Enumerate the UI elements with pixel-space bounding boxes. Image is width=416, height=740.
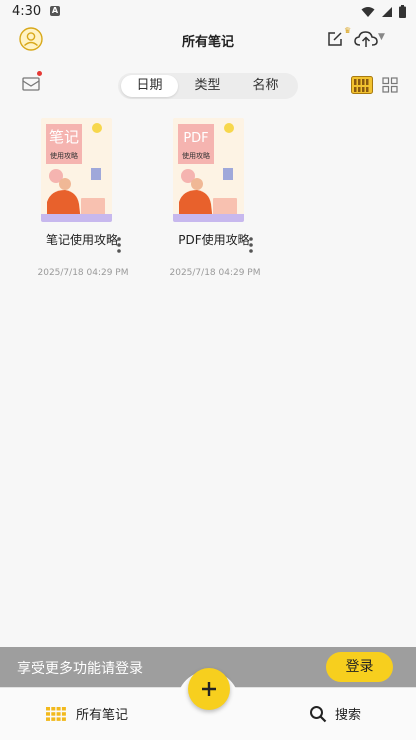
note-cover[interactable]: 笔记 使用攻略	[41, 118, 112, 222]
plus-icon	[202, 682, 216, 696]
chevron-down-icon[interactable]: ▼	[378, 32, 385, 42]
sort-segmented-control: 日期 类型 名称	[118, 73, 298, 99]
login-prompt: 享受更多功能请登录	[17, 661, 143, 677]
sort-tab-date[interactable]: 日期	[121, 75, 178, 97]
login-button[interactable]: 登录	[326, 652, 393, 682]
signal-icon	[382, 6, 392, 17]
more-icon[interactable]	[246, 236, 256, 254]
apps-icon	[46, 706, 66, 721]
note-date: 2025/7/18 04:29 PM	[37, 268, 129, 278]
sort-tab-name[interactable]: 名称	[237, 75, 294, 97]
battery-icon	[399, 5, 406, 18]
notification-icon: A	[50, 6, 60, 16]
add-note-button[interactable]	[188, 668, 230, 710]
unread-dot	[37, 71, 42, 76]
note-date: 2025/7/18 04:29 PM	[169, 268, 261, 278]
sort-tab-type[interactable]: 类型	[179, 75, 236, 97]
status-time: 4:30	[12, 4, 42, 19]
cloud-upload-icon[interactable]	[354, 30, 378, 48]
nav-all-notes[interactable]: 所有笔记	[46, 704, 128, 723]
cover-heading: PDF	[183, 131, 208, 146]
status-icons	[361, 5, 406, 18]
nav-all-notes-label: 所有笔记	[76, 708, 129, 723]
app-header: 所有笔记 ♛ ▼	[0, 24, 416, 54]
mail-icon[interactable]	[22, 76, 40, 92]
edit-icon[interactable]	[326, 30, 344, 48]
bookshelf-icon[interactable]	[351, 76, 373, 94]
cover-subtitle: 使用攻略	[50, 151, 78, 160]
nav-search[interactable]: 搜索	[309, 704, 361, 723]
wifi-icon	[361, 6, 375, 17]
more-icon[interactable]	[114, 236, 124, 254]
search-icon	[310, 705, 327, 722]
status-bar: 4:30 A	[0, 0, 416, 24]
cover-heading: 笔记	[49, 128, 79, 146]
grid-icon[interactable]	[382, 77, 398, 93]
note-cover[interactable]: PDF 使用攻略	[173, 118, 244, 222]
cover-subtitle: 使用攻略	[182, 151, 210, 160]
nav-search-label: 搜索	[335, 708, 362, 723]
crown-icon: ♛	[344, 26, 352, 35]
